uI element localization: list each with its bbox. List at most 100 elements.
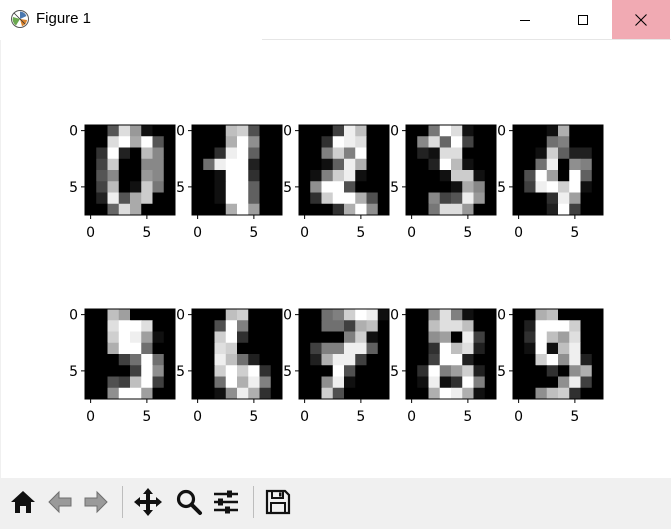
- x-tick-label: 5: [142, 225, 151, 241]
- image-pixel: [96, 331, 108, 344]
- image-pixel: [524, 147, 536, 160]
- image-pixel: [225, 136, 238, 148]
- image-pixel: [310, 158, 322, 171]
- image-pixel: [321, 203, 334, 216]
- image-pixel: [203, 181, 215, 193]
- image-pixel: [192, 147, 204, 160]
- image-pixel: [591, 136, 604, 148]
- image-pixel: [299, 309, 311, 321]
- image-pixel: [524, 387, 536, 400]
- forward-button[interactable]: [80, 484, 112, 520]
- image-pixel: [484, 320, 497, 332]
- image-pixel: [580, 136, 593, 148]
- image-pixel: [580, 181, 593, 193]
- image-pixel: [524, 365, 536, 377]
- image-pixel: [580, 320, 593, 332]
- image-pixel: [321, 192, 334, 205]
- maximize-icon: [578, 14, 588, 25]
- image-pixel: [237, 376, 249, 389]
- image-pixel: [355, 342, 367, 355]
- image-pixel: [462, 365, 474, 377]
- image-pixel: [417, 125, 429, 137]
- image-pixel: [417, 147, 429, 160]
- image-pixel: [406, 125, 418, 137]
- image-pixel: [130, 309, 142, 321]
- image-pixel: [451, 147, 463, 160]
- image-pixel: [141, 331, 153, 344]
- figure-canvas[interactable]: 0 5 0 5 0 5 0 5 0 5 0 5 0 5 0 5 0 5 0 5 0 5 0 5 0 5 0 5 0 5 0 5 0 5 0 5 0 5 0 5: [0, 40, 671, 478]
- x-tick-label: 0: [193, 225, 202, 241]
- image-pixel: [107, 147, 120, 160]
- image-pixel: [203, 170, 215, 182]
- image-pixel: [513, 192, 525, 205]
- image-pixel: [377, 309, 390, 321]
- minimize-button[interactable]: [496, 0, 554, 39]
- image-pixel: [237, 387, 249, 400]
- image-pixel: [406, 181, 418, 193]
- image-pixel: [569, 181, 581, 193]
- image-pixel: [96, 181, 108, 193]
- image-pixel: [214, 158, 227, 171]
- zoom-button[interactable]: [173, 484, 205, 520]
- image-pixel: [192, 125, 204, 137]
- image-pixel: [270, 387, 283, 400]
- image-pixel: [417, 376, 429, 389]
- image-pixel: [225, 376, 238, 389]
- image-pixel: [96, 125, 108, 137]
- image-pixel: [270, 181, 283, 193]
- image-pixel: [513, 331, 525, 344]
- image-pixel: [366, 387, 379, 400]
- save-button[interactable]: [262, 484, 294, 520]
- image-pixel: [118, 354, 131, 366]
- image-pixel: [462, 170, 474, 182]
- image-pixel: [366, 192, 379, 205]
- image-pixel: [248, 387, 260, 400]
- image-pixel: [569, 192, 581, 205]
- image-pixel: [321, 331, 334, 344]
- image-pixel: [163, 170, 176, 182]
- image-pixel: [225, 309, 238, 321]
- image-pixel: [580, 158, 593, 171]
- image-pixel: [428, 331, 441, 344]
- image-pixel: [580, 125, 593, 137]
- image-pixel: [439, 192, 452, 205]
- image-pixel: [473, 203, 486, 216]
- move-icon: [134, 488, 162, 516]
- image-pixel: [248, 203, 260, 216]
- image-pixel: [96, 387, 108, 400]
- image-pixel: [118, 125, 131, 137]
- image-pixel: [417, 192, 429, 205]
- x-tick-label: 5: [463, 225, 472, 241]
- image-pixel: [259, 320, 272, 332]
- image-pixel: [558, 354, 570, 366]
- image-pixel: [107, 158, 120, 171]
- image-pixel: [580, 331, 593, 344]
- image-pixel: [428, 342, 441, 355]
- image-pixel: [225, 342, 238, 355]
- image-pixel: [214, 376, 227, 389]
- image-pixel: [558, 192, 570, 205]
- pan-button[interactable]: [132, 484, 164, 520]
- maximize-button[interactable]: [554, 0, 612, 39]
- image-pixel: [451, 192, 463, 205]
- image-pixel: [439, 342, 452, 355]
- image-pixel: [310, 170, 322, 182]
- image-pixel: [259, 192, 272, 205]
- back-button[interactable]: [44, 484, 76, 520]
- close-button[interactable]: [612, 0, 670, 39]
- image-pixel: [152, 331, 165, 344]
- configure-subplots-button[interactable]: [210, 484, 242, 520]
- image-pixel: [141, 376, 153, 389]
- y-tick-label: 5: [283, 180, 292, 196]
- image-pixel: [377, 342, 390, 355]
- image-pixel: [214, 365, 227, 377]
- image-pixel: [535, 125, 548, 137]
- image-pixel: [417, 158, 429, 171]
- image-pixel: [152, 387, 165, 400]
- image-pixel: [546, 309, 559, 321]
- image-pixel: [237, 136, 249, 148]
- image-pixel: [535, 365, 548, 377]
- image-pixel: [546, 342, 559, 355]
- home-button[interactable]: [7, 484, 39, 520]
- image-pixel: [332, 376, 345, 389]
